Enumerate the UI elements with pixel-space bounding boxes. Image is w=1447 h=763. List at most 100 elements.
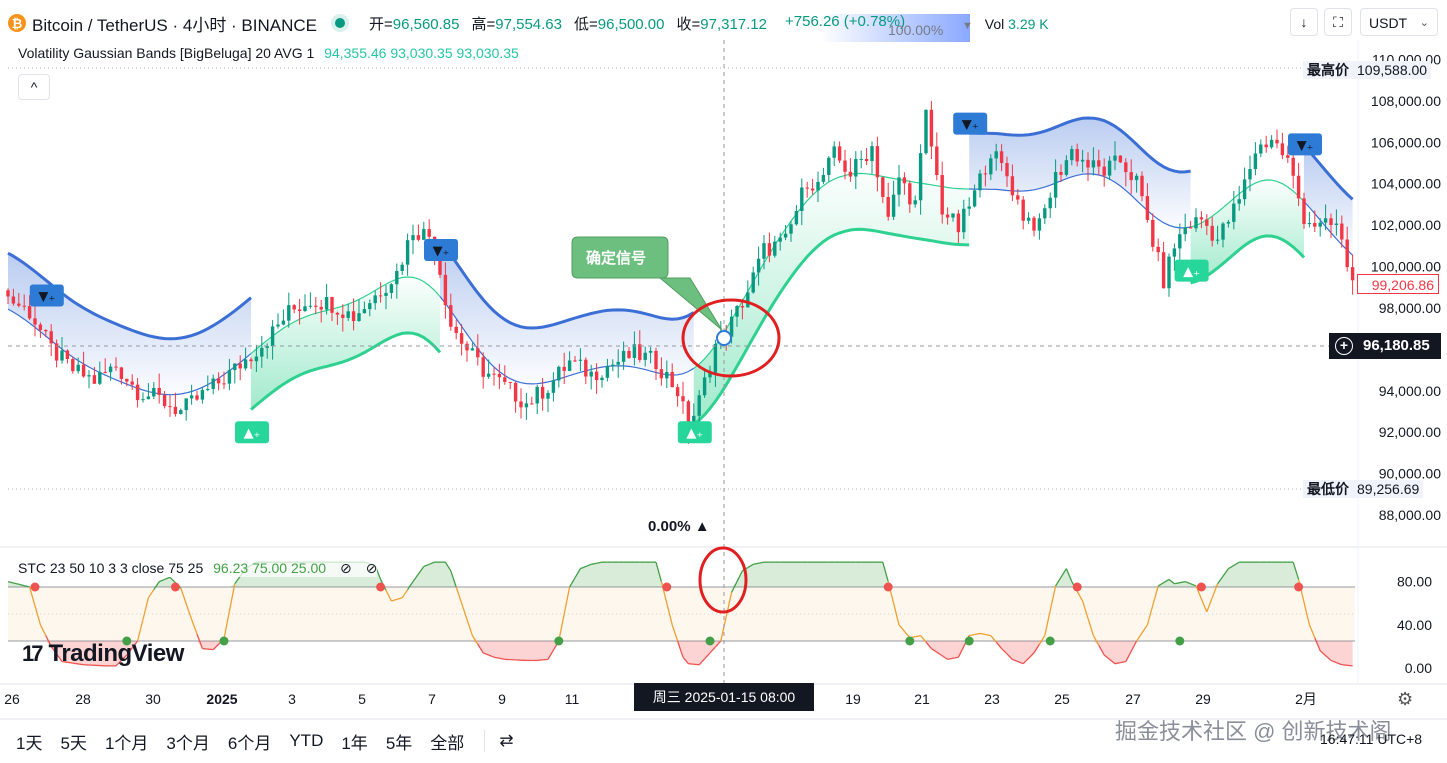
candle-body bbox=[216, 378, 221, 384]
candle-body bbox=[146, 396, 151, 400]
candle-body bbox=[859, 158, 863, 160]
compare-icon[interactable]: ⇄ bbox=[499, 731, 513, 751]
candle-body bbox=[368, 303, 372, 310]
stc-background bbox=[8, 586, 1355, 642]
candle-body bbox=[1075, 149, 1079, 162]
candle-body bbox=[827, 157, 831, 176]
add-alert-icon[interactable]: + bbox=[1335, 337, 1353, 355]
time-tick-label: 28 bbox=[75, 691, 91, 707]
candle-body bbox=[1318, 222, 1322, 227]
time-tick-label: 5 bbox=[358, 691, 366, 707]
range-ytd[interactable]: YTD bbox=[289, 731, 323, 751]
candle-body bbox=[1323, 218, 1328, 223]
crosshair-price-tag[interactable]: +96,180.85 bbox=[1329, 333, 1441, 359]
candle-body bbox=[459, 333, 464, 344]
market-open-icon bbox=[335, 18, 345, 28]
close-label: 收= bbox=[676, 15, 701, 33]
price-tick-label: 88,000.00 bbox=[1379, 507, 1441, 523]
indicator-value-1: 94,355.46 bbox=[324, 45, 387, 61]
candle-body bbox=[773, 241, 777, 256]
candle-body bbox=[1086, 159, 1090, 168]
range-1d[interactable]: 1天 bbox=[16, 729, 42, 754]
range-6m[interactable]: 6个月 bbox=[228, 729, 271, 754]
chart-canvas[interactable]: ▼₊▲₊▼₊▲₊▼₊▲₊▼₊ 110,000.00108,000.00106,0… bbox=[0, 0, 1447, 763]
candle-body bbox=[1005, 163, 1009, 177]
candle-body bbox=[994, 151, 998, 159]
stc-line-segment bbox=[207, 648, 214, 651]
collapse-legend-button[interactable]: ^ bbox=[18, 74, 50, 100]
candle-body bbox=[249, 359, 253, 362]
buy-signal-icon: ▲₊ bbox=[686, 426, 703, 441]
candle-body bbox=[287, 305, 291, 321]
candle-body bbox=[476, 348, 480, 358]
range-5d[interactable]: 5天 bbox=[60, 729, 86, 754]
candle-body bbox=[756, 258, 761, 273]
stc-line-segment bbox=[1347, 664, 1353, 667]
candle-body bbox=[540, 386, 545, 399]
time-tick-label: 2月 bbox=[1295, 691, 1317, 707]
candle-body bbox=[881, 177, 885, 198]
candle-body bbox=[189, 395, 194, 399]
hide-icon-2[interactable]: ⊘ bbox=[366, 560, 378, 576]
range-5y[interactable]: 5年 bbox=[386, 729, 412, 754]
candle-body bbox=[465, 343, 469, 351]
stc-value-3: 25.00 bbox=[291, 560, 327, 576]
price-tick-label: 108,000.00 bbox=[1371, 93, 1441, 109]
volume-value: 3.29 K bbox=[1008, 16, 1049, 32]
candle-body bbox=[1097, 160, 1101, 167]
candle-body bbox=[486, 373, 491, 377]
indicator-legend[interactable]: Volatility Gaussian Bands [BigBeluga] 20… bbox=[18, 45, 519, 61]
candle-body bbox=[492, 373, 496, 375]
candle-body bbox=[297, 309, 302, 312]
candle-body bbox=[524, 403, 529, 408]
candle-body bbox=[697, 395, 701, 416]
candle-body bbox=[92, 375, 97, 384]
candle-body bbox=[902, 177, 907, 184]
candle-body bbox=[38, 324, 43, 330]
fullscreen-icon[interactable]: ⛶ bbox=[1324, 8, 1352, 36]
range-1y[interactable]: 1年 bbox=[341, 729, 367, 754]
candle-body bbox=[638, 344, 642, 360]
candle-body bbox=[60, 350, 64, 361]
close-value: 97,317.12 bbox=[700, 15, 767, 33]
candle-body bbox=[735, 306, 739, 317]
candle-body bbox=[962, 208, 966, 233]
candle-body bbox=[1113, 155, 1117, 161]
time-tick-label: 9 bbox=[498, 691, 506, 707]
tradingview-logo[interactable]: 17 TradingView bbox=[22, 640, 184, 668]
candle-body bbox=[443, 274, 448, 306]
candle-body bbox=[303, 306, 307, 312]
indicator-value-2: 93,030.35 bbox=[390, 45, 453, 61]
candle-body bbox=[1210, 225, 1214, 241]
candle-body bbox=[924, 109, 928, 154]
candle-body bbox=[427, 229, 431, 237]
candle-body bbox=[168, 406, 172, 408]
candle-body bbox=[913, 200, 917, 205]
stc-legend[interactable]: STC 23 50 10 3 3 close 75 25 96.23 75.00… bbox=[18, 560, 378, 577]
hide-icon[interactable]: ⊘ bbox=[340, 560, 352, 576]
candle-body bbox=[940, 175, 944, 215]
candle-body bbox=[794, 210, 799, 225]
stc-oversold-fill bbox=[8, 641, 1353, 666]
candle-body bbox=[1350, 267, 1355, 281]
time-tick-label: 25 bbox=[1054, 691, 1070, 707]
candle-body bbox=[314, 305, 318, 307]
symbol-title[interactable]: Bitcoin / TetherUS · 4小时 · BINANCE bbox=[32, 11, 317, 36]
currency-select[interactable]: USDT ⌄ bbox=[1360, 8, 1438, 36]
candle-body bbox=[1178, 234, 1182, 249]
candle-body bbox=[1140, 175, 1144, 197]
candle-body bbox=[341, 314, 345, 318]
candle-body bbox=[378, 295, 383, 297]
stc-cross-up-dot bbox=[964, 636, 974, 646]
candle-body bbox=[1242, 179, 1247, 200]
download-icon[interactable]: ↓ bbox=[1290, 8, 1318, 36]
candle-body bbox=[1043, 208, 1047, 219]
candle-body bbox=[1026, 217, 1031, 221]
range-all[interactable]: 全部 bbox=[430, 729, 464, 754]
candle-body bbox=[1091, 160, 1096, 168]
settings-icon[interactable]: ⚙ bbox=[1397, 689, 1413, 710]
range-3m[interactable]: 3个月 bbox=[166, 729, 209, 754]
range-1m[interactable]: 1个月 bbox=[105, 729, 148, 754]
candle-body bbox=[665, 371, 669, 379]
tradingview-mark-icon: 17 bbox=[22, 641, 44, 666]
